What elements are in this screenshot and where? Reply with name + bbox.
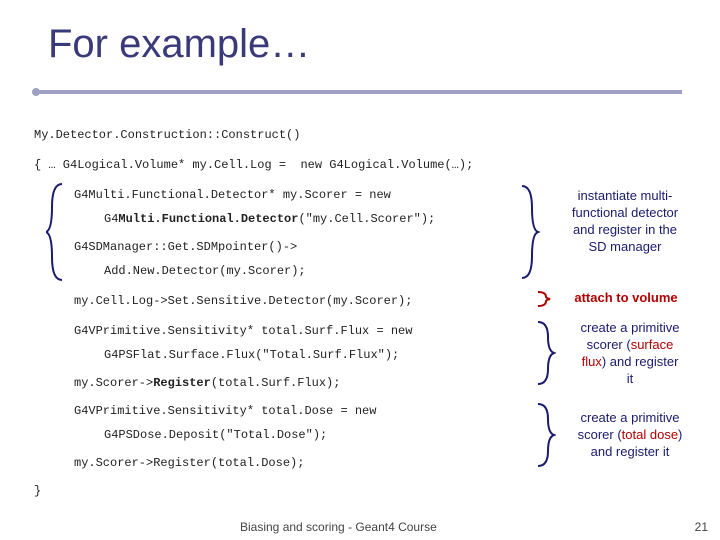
code-line: My.Detector.Construction::Construct() <box>34 128 300 142</box>
code-line: G4VPrimitive.Sensitivity* total.Surf.Flu… <box>74 324 412 338</box>
slide-title: For example… <box>48 22 310 67</box>
right-brace-icon <box>536 290 552 308</box>
code-line: G4Multi.Functional.Detector("my.Cell.Sco… <box>104 212 435 226</box>
code-line: } <box>34 484 41 498</box>
title-underline <box>34 90 682 96</box>
code-line: my.Scorer->Register(total.Dose); <box>74 456 304 470</box>
annotation: create a primitive scorer (surface flux)… <box>560 320 700 388</box>
code-line: G4VPrimitive.Sensitivity* total.Dose = n… <box>74 404 376 418</box>
code-line: G4Multi.Functional.Detector* my.Scorer =… <box>74 188 391 202</box>
code-line: G4PSDose.Deposit("Total.Dose"); <box>104 428 327 442</box>
code-line: G4SDManager::Get.SDMpointer()-> <box>74 240 297 254</box>
code-line: G4PSFlat.Surface.Flux("Total.Surf.Flux")… <box>104 348 399 362</box>
code-line: { … G4Logical.Volume* my.Cell.Log = new … <box>34 158 473 172</box>
footer-text: Biasing and scoring - Geant4 Course <box>240 520 437 534</box>
code-line: Add.New.Detector(my.Scorer); <box>104 264 306 278</box>
page-number: 21 <box>695 520 708 534</box>
annotation: instantiate multi- functional detector a… <box>546 188 704 256</box>
annotation: attach to volume <box>556 290 696 307</box>
annotation: create a primitive scorer (total dose) a… <box>560 410 700 461</box>
left-brace-icon <box>46 182 68 282</box>
right-brace-icon <box>536 320 556 386</box>
right-brace-icon <box>536 402 556 468</box>
right-brace-icon <box>520 184 540 280</box>
code-line: my.Scorer->Register(total.Surf.Flux); <box>74 376 340 390</box>
code-line: my.Cell.Log->Set.Sensitive.Detector(my.S… <box>74 294 412 308</box>
